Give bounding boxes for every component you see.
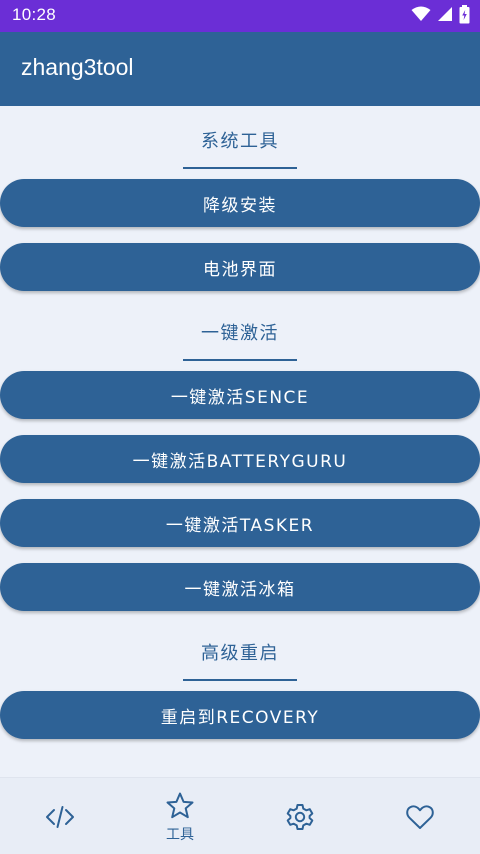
- status-time: 10:28: [12, 5, 57, 24]
- activate-icebox-button[interactable]: 一键激活冰箱: [0, 563, 480, 611]
- section-divider: [183, 359, 297, 361]
- reboot-recovery-button[interactable]: 重启到RECOVERY: [0, 691, 480, 739]
- wifi-icon: [411, 6, 431, 26]
- battery-interface-button[interactable]: 电池界面: [0, 243, 480, 291]
- star-icon: [165, 791, 195, 821]
- activate-tasker-button[interactable]: 一键激活TASKER: [0, 499, 480, 547]
- nav-label-tools: 工具: [166, 827, 194, 843]
- downgrade-install-button[interactable]: 降级安装: [0, 179, 480, 227]
- activate-batteryguru-button[interactable]: 一键激活BATTERYGURU: [0, 435, 480, 483]
- code-icon: [45, 802, 75, 832]
- section-title-system-tools: 系统工具: [201, 131, 279, 152]
- nav-item-code[interactable]: [0, 778, 120, 854]
- section-title-one-click-activate: 一键激活: [201, 323, 279, 344]
- nav-item-favorites[interactable]: [360, 778, 480, 854]
- nav-item-settings[interactable]: [240, 778, 360, 854]
- cellular-signal-icon: [437, 6, 453, 26]
- heart-icon: [405, 802, 435, 832]
- status-icons: [411, 4, 470, 28]
- app-bar: zhang3tool: [0, 32, 480, 106]
- battery-icon: [459, 4, 470, 28]
- app-title: zhang3tool: [21, 54, 134, 80]
- status-bar: 10:28: [0, 0, 480, 32]
- bottom-navigation: 工具: [0, 777, 480, 854]
- section-divider: [183, 679, 297, 681]
- nav-item-tools[interactable]: 工具: [120, 778, 240, 854]
- section-divider: [183, 167, 297, 169]
- gear-icon: [285, 802, 315, 832]
- section-title-advanced-reboot: 高级重启: [201, 643, 279, 664]
- activate-sence-button[interactable]: 一键激活SENCE: [0, 371, 480, 419]
